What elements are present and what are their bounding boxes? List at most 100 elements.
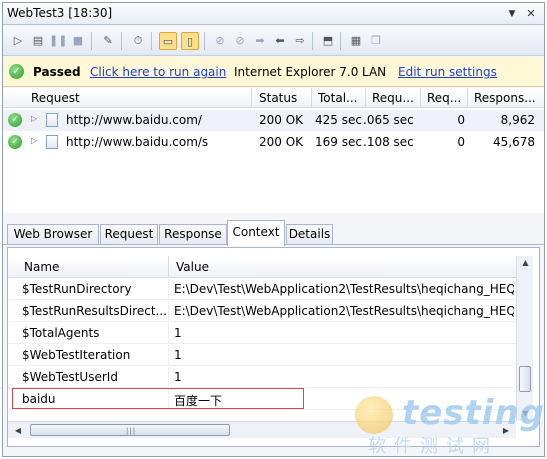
vertical-scroll-thumb[interactable] xyxy=(519,366,531,392)
col-total[interactable]: Total... xyxy=(318,91,357,105)
passed-check-icon: ✓ xyxy=(8,113,22,127)
window-menu-dropdown-icon[interactable]: ▼ xyxy=(505,7,519,21)
toolbar-separator xyxy=(121,32,122,50)
context-row[interactable]: $TestRunDirectory E:\Dev\Test\WebApplica… xyxy=(8,279,516,300)
tile-horizontal-icon[interactable]: ▭ xyxy=(159,32,177,50)
context-name: $TestRunDirectory xyxy=(22,282,132,296)
col-value[interactable]: Value xyxy=(176,260,209,274)
request-url: http://www.baidu.com/ xyxy=(66,113,202,127)
column-divider xyxy=(467,88,468,108)
request-req: 0 xyxy=(457,135,465,149)
col-req[interactable]: Req... xyxy=(427,91,461,105)
edit-run-settings-link[interactable]: Edit run settings xyxy=(398,65,497,79)
back-icon[interactable]: ⬅ xyxy=(271,32,289,50)
col-response[interactable]: Respons... xyxy=(474,91,536,105)
page-icon xyxy=(46,135,58,149)
passed-check-icon: ✓ xyxy=(9,64,24,79)
context-name: $TotalAgents xyxy=(22,326,100,340)
expand-arrow-icon[interactable]: ▷ xyxy=(31,136,37,145)
request-total: 425 sec xyxy=(315,113,362,127)
column-divider xyxy=(168,301,169,322)
request-requ: .065 sec xyxy=(363,113,414,127)
expand-arrow-icon[interactable]: ▷ xyxy=(31,114,37,123)
request-req: 0 xyxy=(457,113,465,127)
network-label: LAN xyxy=(362,65,387,79)
settings-icon[interactable]: ▦ xyxy=(347,32,365,50)
tab-web-browser[interactable]: Web Browser xyxy=(7,224,99,245)
horizontal-scrollbar[interactable]: ◀ ||| ▶ xyxy=(8,421,516,438)
scroll-up-icon[interactable]: ▲ xyxy=(517,256,534,270)
highlighted-row-outline xyxy=(12,388,304,409)
scroll-left-icon[interactable]: ◀ xyxy=(11,422,25,439)
context-row[interactable]: $WebTestIteration 1 xyxy=(8,345,516,366)
request-url: http://www.baidu.com/s xyxy=(66,135,209,149)
grip-icon: ||| xyxy=(126,427,137,435)
request-response: 8,962 xyxy=(500,113,535,127)
request-grid: Request Status Total... Requ... Req... R… xyxy=(3,88,544,213)
copy-icon[interactable]: ❐ xyxy=(367,32,385,50)
context-row[interactable]: $TotalAgents 1 xyxy=(8,323,516,344)
column-divider xyxy=(168,256,169,278)
disabled-icon[interactable]: ⊘ xyxy=(231,32,249,50)
column-divider xyxy=(420,88,421,108)
vertical-scrollbar[interactable]: ▲ ▼ xyxy=(516,256,533,421)
stop-icon[interactable]: ■ xyxy=(69,32,87,50)
tab-response[interactable]: Response xyxy=(159,224,227,245)
col-name[interactable]: Name xyxy=(24,260,59,274)
toolbar-separator xyxy=(151,32,152,50)
column-divider xyxy=(168,323,169,344)
edit-icon[interactable]: ✎ xyxy=(99,32,117,50)
page-icon xyxy=(46,113,58,127)
column-divider xyxy=(365,88,366,108)
toolbar-separator xyxy=(204,32,205,50)
export-icon[interactable]: ⇨ xyxy=(291,32,309,50)
forward-icon[interactable]: ➡ xyxy=(251,32,269,50)
tab-details[interactable]: Details xyxy=(286,224,333,245)
col-requ[interactable]: Requ... xyxy=(372,91,414,105)
parameterize-icon[interactable]: ⬒ xyxy=(319,32,337,50)
request-response: 45,678 xyxy=(493,135,535,149)
passed-check-icon: ✓ xyxy=(8,135,22,149)
run-state: Passed xyxy=(33,65,81,79)
request-requ: .108 sec xyxy=(363,135,414,149)
request-row[interactable]: ✓ ▷ http://www.baidu.com/s 200 OK 169 se… xyxy=(3,132,544,153)
pause-icon[interactable]: ❚❚ xyxy=(49,32,67,50)
webtest-window: WebTest3 [18:30] ▼ ✕ ▷ ▤ ❚❚ ■ ✎ ⏱ ▭ ▯ ⊘ … xyxy=(2,2,545,457)
run-icon[interactable]: ▷ xyxy=(9,32,27,50)
run-status-bar: ✓ Passed Click here to run again Interne… xyxy=(3,57,544,87)
request-status: 200 OK xyxy=(259,113,304,127)
window-title: WebTest3 [18:30] xyxy=(7,6,113,20)
toolbar-separator xyxy=(312,32,313,50)
request-total: 169 sec xyxy=(315,135,362,149)
close-icon[interactable]: ✕ xyxy=(524,7,538,21)
context-name: $TestRunResultsDirect... xyxy=(22,304,167,318)
scroll-right-icon[interactable]: ▶ xyxy=(499,422,513,439)
run-again-link[interactable]: Click here to run again xyxy=(90,65,226,79)
context-pane: Name Value $TestRunDirectory E:\Dev\Test… xyxy=(7,247,540,447)
context-value: E:\Dev\Test\WebApplication2\TestResults\… xyxy=(174,304,514,318)
column-divider xyxy=(168,345,169,366)
horizontal-scroll-thumb[interactable]: ||| xyxy=(30,424,230,436)
tile-vertical-icon[interactable]: ▯ xyxy=(181,32,199,50)
disabled-icon[interactable]: ⊘ xyxy=(211,32,229,50)
request-row[interactable]: ✓ ▷ http://www.baidu.com/ 200 OK 425 sec… xyxy=(3,110,544,131)
context-row[interactable]: $WebTestUserId 1 xyxy=(8,367,516,388)
scroll-down-icon[interactable]: ▼ xyxy=(517,407,534,421)
title-bar: WebTest3 [18:30] ▼ ✕ xyxy=(3,3,544,25)
context-value: 1 xyxy=(174,326,182,340)
record-icon[interactable]: ▤ xyxy=(29,32,47,50)
timing-icon[interactable]: ⏱ xyxy=(129,32,147,50)
column-divider xyxy=(168,279,169,300)
col-status[interactable]: Status xyxy=(259,91,297,105)
context-name: $WebTestUserId xyxy=(22,370,118,384)
context-row[interactable]: $TestRunResultsDirect... E:\Dev\Test\Web… xyxy=(8,301,516,322)
request-status: 200 OK xyxy=(259,135,304,149)
tab-context[interactable]: Context xyxy=(227,220,285,246)
col-request[interactable]: Request xyxy=(31,91,80,105)
request-grid-header: Request Status Total... Requ... Req... R… xyxy=(3,88,544,108)
browser-label: Internet Explorer 7.0 xyxy=(234,65,359,79)
column-divider xyxy=(168,367,169,388)
context-value: 1 xyxy=(174,370,182,384)
context-name: $WebTestIteration xyxy=(22,348,131,362)
tab-request[interactable]: Request xyxy=(100,224,158,245)
